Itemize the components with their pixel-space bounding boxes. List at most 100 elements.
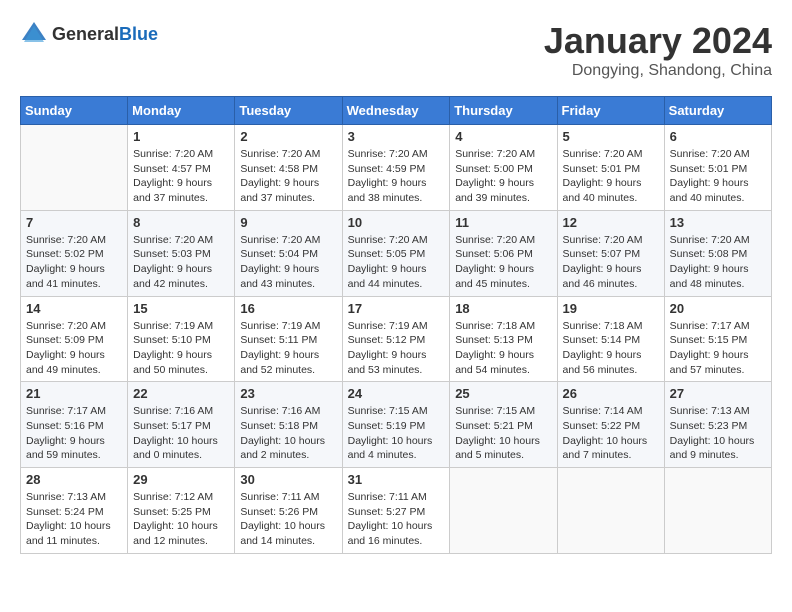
calendar-header-row: SundayMondayTuesdayWednesdayThursdayFrid… — [21, 97, 772, 125]
column-header-saturday: Saturday — [664, 97, 771, 125]
logo-general: General — [52, 24, 119, 44]
column-header-friday: Friday — [557, 97, 664, 125]
calendar-cell: 31Sunrise: 7:11 AM Sunset: 5:27 PM Dayli… — [342, 468, 450, 554]
day-number: 1 — [133, 129, 229, 144]
calendar-cell: 6 Sunrise: 7:20 AM Sunset: 5:01 PM Daylig… — [664, 125, 771, 211]
calendar-cell: 16Sunrise: 7:19 AM Sunset: 5:11 PM Dayli… — [235, 296, 342, 382]
day-number: 13 — [670, 215, 766, 230]
calendar-cell: 21 Sunrise: 7:17 AM Sunset: 5:16 PM Dayli… — [21, 382, 128, 468]
calendar-cell: 2 Sunrise: 7:20 AM Sunset: 4:58 PM Daylig… — [235, 125, 342, 211]
day-detail: Sunrise: 7:20 AM Sunset: 5:03 PM Dayligh… — [133, 233, 229, 292]
calendar-cell: 15Sunrise: 7:19 AM Sunset: 5:10 PM Dayli… — [128, 296, 235, 382]
calendar-cell: 1 Sunrise: 7:20 AM Sunset: 4:57 PM Daylig… — [128, 125, 235, 211]
calendar-cell — [450, 468, 557, 554]
calendar-cell: 25Sunrise: 7:15 AM Sunset: 5:21 PM Dayli… — [450, 382, 557, 468]
day-number: 22 — [133, 386, 229, 401]
calendar-week-row: 21 Sunrise: 7:17 AM Sunset: 5:16 PM Dayli… — [21, 382, 772, 468]
day-detail: Sunrise: 7:20 AM Sunset: 4:58 PM Dayligh… — [240, 147, 336, 206]
day-detail: Sunrise: 7:16 AM Sunset: 5:18 PM Dayligh… — [240, 404, 336, 463]
day-number: 30 — [240, 472, 336, 487]
calendar-cell: 18 Sunrise: 7:18 AM Sunset: 5:13 PM Dayli… — [450, 296, 557, 382]
calendar-table: SundayMondayTuesdayWednesdayThursdayFrid… — [20, 96, 772, 554]
day-number: 21 — [26, 386, 122, 401]
column-header-monday: Monday — [128, 97, 235, 125]
calendar-cell: 9 Sunrise: 7:20 AM Sunset: 5:04 PM Daylig… — [235, 210, 342, 296]
calendar-cell: 7 Sunrise: 7:20 AM Sunset: 5:02 PM Daylig… — [21, 210, 128, 296]
location-title: Dongying, Shandong, China — [544, 62, 772, 80]
column-header-thursday: Thursday — [450, 97, 557, 125]
day-detail: Sunrise: 7:20 AM Sunset: 5:06 PM Dayligh… — [455, 233, 551, 292]
day-number: 10 — [348, 215, 445, 230]
day-number: 20 — [670, 301, 766, 316]
day-number: 18 — [455, 301, 551, 316]
day-number: 9 — [240, 215, 336, 230]
day-number: 17 — [348, 301, 445, 316]
day-number: 3 — [348, 129, 445, 144]
day-detail: Sunrise: 7:20 AM Sunset: 5:02 PM Dayligh… — [26, 233, 122, 292]
calendar-cell: 4Sunrise: 7:20 AM Sunset: 5:00 PM Daylig… — [450, 125, 557, 211]
day-number: 5 — [563, 129, 659, 144]
calendar-cell: 28 Sunrise: 7:13 AM Sunset: 5:24 PM Dayli… — [21, 468, 128, 554]
calendar-cell: 14 Sunrise: 7:20 AM Sunset: 5:09 PM Dayli… — [21, 296, 128, 382]
day-detail: Sunrise: 7:20 AM Sunset: 5:07 PM Dayligh… — [563, 233, 659, 292]
calendar-cell: 5 Sunrise: 7:20 AM Sunset: 5:01 PM Daylig… — [557, 125, 664, 211]
day-detail: Sunrise: 7:20 AM Sunset: 4:59 PM Dayligh… — [348, 147, 445, 206]
day-number: 14 — [26, 301, 122, 316]
calendar-cell: 17 Sunrise: 7:19 AM Sunset: 5:12 PM Dayli… — [342, 296, 450, 382]
logo: GeneralBlue — [20, 20, 158, 48]
logo-icon — [20, 20, 48, 48]
logo-blue: Blue — [119, 24, 158, 44]
day-detail: Sunrise: 7:20 AM Sunset: 5:05 PM Dayligh… — [348, 233, 445, 292]
day-detail: Sunrise: 7:17 AM Sunset: 5:16 PM Dayligh… — [26, 404, 122, 463]
calendar-cell: 27 Sunrise: 7:13 AM Sunset: 5:23 PM Dayli… — [664, 382, 771, 468]
day-detail: Sunrise: 7:13 AM Sunset: 5:24 PM Dayligh… — [26, 490, 122, 549]
calendar-cell: 3 Sunrise: 7:20 AM Sunset: 4:59 PM Daylig… — [342, 125, 450, 211]
day-detail: Sunrise: 7:14 AM Sunset: 5:22 PM Dayligh… — [563, 404, 659, 463]
day-detail: Sunrise: 7:20 AM Sunset: 5:01 PM Dayligh… — [670, 147, 766, 206]
day-detail: Sunrise: 7:13 AM Sunset: 5:23 PM Dayligh… — [670, 404, 766, 463]
day-number: 15 — [133, 301, 229, 316]
day-number: 7 — [26, 215, 122, 230]
calendar-cell: 11Sunrise: 7:20 AM Sunset: 5:06 PM Dayli… — [450, 210, 557, 296]
day-number: 27 — [670, 386, 766, 401]
day-number: 23 — [240, 386, 336, 401]
day-number: 6 — [670, 129, 766, 144]
day-detail: Sunrise: 7:12 AM Sunset: 5:25 PM Dayligh… — [133, 490, 229, 549]
day-number: 2 — [240, 129, 336, 144]
calendar-week-row: 7 Sunrise: 7:20 AM Sunset: 5:02 PM Daylig… — [21, 210, 772, 296]
month-title: January 2024 — [544, 20, 772, 62]
day-detail: Sunrise: 7:19 AM Sunset: 5:11 PM Dayligh… — [240, 319, 336, 378]
day-detail: Sunrise: 7:15 AM Sunset: 5:19 PM Dayligh… — [348, 404, 445, 463]
day-detail: Sunrise: 7:20 AM Sunset: 5:09 PM Dayligh… — [26, 319, 122, 378]
calendar-cell — [557, 468, 664, 554]
calendar-cell: 29 Sunrise: 7:12 AM Sunset: 5:25 PM Dayli… — [128, 468, 235, 554]
calendar-cell: 23 Sunrise: 7:16 AM Sunset: 5:18 PM Dayli… — [235, 382, 342, 468]
day-detail: Sunrise: 7:20 AM Sunset: 5:04 PM Dayligh… — [240, 233, 336, 292]
day-detail: Sunrise: 7:20 AM Sunset: 4:57 PM Dayligh… — [133, 147, 229, 206]
header: GeneralBlue January 2024 Dongying, Shand… — [20, 20, 772, 80]
day-detail: Sunrise: 7:18 AM Sunset: 5:13 PM Dayligh… — [455, 319, 551, 378]
day-number: 26 — [563, 386, 659, 401]
calendar-week-row: 28 Sunrise: 7:13 AM Sunset: 5:24 PM Dayli… — [21, 468, 772, 554]
day-number: 24 — [348, 386, 445, 401]
day-number: 4 — [455, 129, 551, 144]
day-number: 28 — [26, 472, 122, 487]
title-area: January 2024 Dongying, Shandong, China — [544, 20, 772, 80]
calendar-cell — [664, 468, 771, 554]
calendar-cell: 30Sunrise: 7:11 AM Sunset: 5:26 PM Dayli… — [235, 468, 342, 554]
calendar-cell: 22Sunrise: 7:16 AM Sunset: 5:17 PM Dayli… — [128, 382, 235, 468]
calendar-week-row: 14 Sunrise: 7:20 AM Sunset: 5:09 PM Dayli… — [21, 296, 772, 382]
calendar-week-row: 1 Sunrise: 7:20 AM Sunset: 4:57 PM Daylig… — [21, 125, 772, 211]
day-detail: Sunrise: 7:19 AM Sunset: 5:12 PM Dayligh… — [348, 319, 445, 378]
calendar-cell: 19 Sunrise: 7:18 AM Sunset: 5:14 PM Dayli… — [557, 296, 664, 382]
day-detail: Sunrise: 7:20 AM Sunset: 5:01 PM Dayligh… — [563, 147, 659, 206]
calendar-cell: 24 Sunrise: 7:15 AM Sunset: 5:19 PM Dayli… — [342, 382, 450, 468]
calendar-cell: 8Sunrise: 7:20 AM Sunset: 5:03 PM Daylig… — [128, 210, 235, 296]
calendar-cell: 20 Sunrise: 7:17 AM Sunset: 5:15 PM Dayli… — [664, 296, 771, 382]
day-number: 19 — [563, 301, 659, 316]
day-number: 29 — [133, 472, 229, 487]
day-detail: Sunrise: 7:17 AM Sunset: 5:15 PM Dayligh… — [670, 319, 766, 378]
day-detail: Sunrise: 7:18 AM Sunset: 5:14 PM Dayligh… — [563, 319, 659, 378]
day-detail: Sunrise: 7:20 AM Sunset: 5:08 PM Dayligh… — [670, 233, 766, 292]
calendar-cell: 12Sunrise: 7:20 AM Sunset: 5:07 PM Dayli… — [557, 210, 664, 296]
